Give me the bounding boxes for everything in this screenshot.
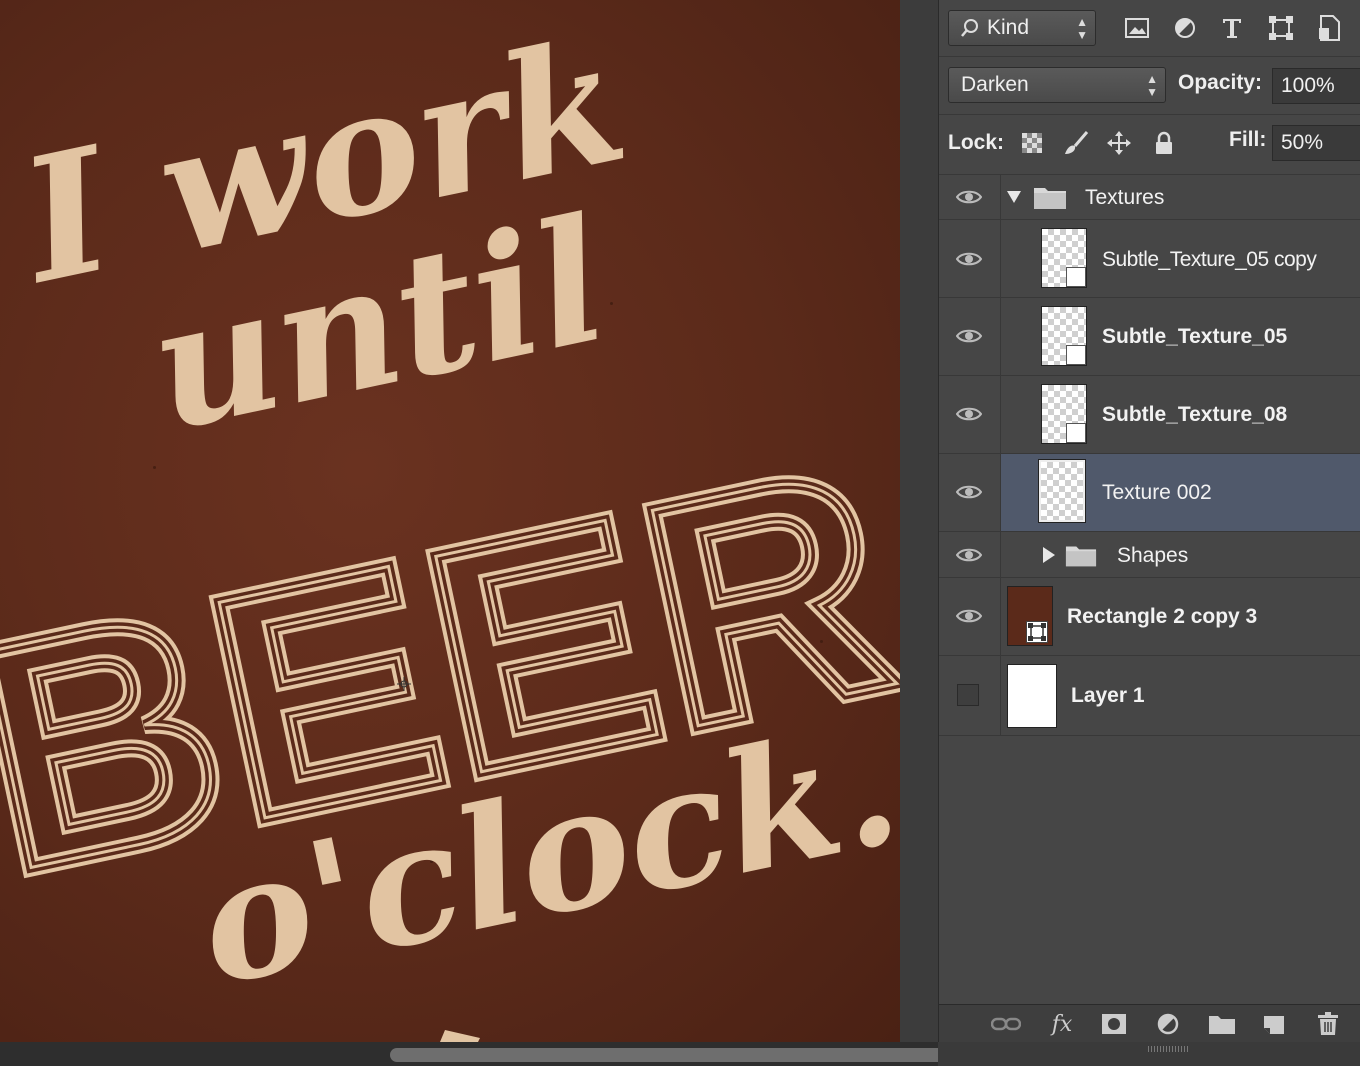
smart-object-filter-icon[interactable] <box>1314 13 1344 43</box>
blend-row: Darken ▲ ▼ Opacity: 100% <box>939 56 1360 115</box>
layer-name: Texture 002 <box>1102 481 1212 504</box>
adjustment-filter-icon[interactable] <box>1170 13 1200 43</box>
layer-row-rectangle-2-copy-3[interactable]: Rectangle 2 copy 3 <box>939 578 1360 656</box>
layer-name: Textures <box>1085 186 1165 209</box>
delete-layer-icon[interactable] <box>1313 1011 1343 1037</box>
fill-field[interactable]: 50% <box>1272 125 1360 161</box>
layer-name: Subtle_Texture_05 copy <box>1102 248 1317 271</box>
canvas-pasteboard <box>900 0 938 1042</box>
layer-row-subtle-texture-05[interactable]: Subtle_Texture_05 <box>939 298 1360 376</box>
opacity-label: Opacity: <box>1178 71 1263 94</box>
eye-icon[interactable] <box>956 328 982 344</box>
expand-triangle-icon[interactable] <box>1007 191 1021 203</box>
link-layers-icon[interactable] <box>991 1011 1021 1037</box>
lock-all-icon[interactable] <box>1149 128 1179 158</box>
eye-icon[interactable] <box>956 406 982 422</box>
blend-mode-value: Darken <box>961 73 1029 96</box>
fx-icon[interactable]: fx <box>1047 1011 1077 1037</box>
hidden-visibility-box[interactable] <box>957 684 979 706</box>
layer-name: Rectangle 2 copy 3 <box>1067 605 1258 628</box>
visibility-cell[interactable] <box>939 220 1001 297</box>
fill-label: Fill: <box>1229 128 1267 151</box>
eye-icon[interactable] <box>956 547 982 563</box>
dropdown-arrows-icon: ▲ ▼ <box>1146 72 1158 99</box>
smart-object-badge-icon <box>1066 267 1086 287</box>
folder-icon <box>1065 546 1097 567</box>
layers-panel-footer: fx <box>939 1004 1360 1043</box>
eye-icon[interactable] <box>956 251 982 267</box>
lock-label: Lock: <box>948 131 1005 154</box>
lock-row: Lock: Fill: 50% <box>939 114 1360 175</box>
folder-icon <box>1034 188 1066 209</box>
shape-filter-icon[interactable] <box>1266 13 1296 43</box>
visibility-cell[interactable] <box>939 376 1001 453</box>
lock-position-icon[interactable] <box>1104 128 1134 158</box>
lock-transparent-icon[interactable] <box>1017 128 1047 158</box>
smart-object-badge-icon <box>1066 345 1086 365</box>
type-filter-icon[interactable] <box>1217 13 1247 43</box>
layer-filter-row: Kind ▲ ▼ <box>939 0 1360 57</box>
eye-icon[interactable] <box>956 189 982 205</box>
layer-name: Shapes <box>1117 544 1189 567</box>
visibility-cell[interactable] <box>939 532 1001 577</box>
poster-artwork: I work until BEER BEER BEER o'clock. <box>0 1 900 1042</box>
visibility-cell[interactable] <box>939 454 1001 531</box>
vector-shape-badge-icon <box>1026 621 1048 643</box>
kind-filter-dropdown[interactable]: Kind ▲ ▼ <box>948 10 1096 46</box>
layer-row-shapes-group[interactable]: Shapes <box>939 532 1360 578</box>
document-canvas[interactable]: I work until BEER BEER BEER o'clock. <box>0 0 900 1042</box>
layer-thumbnail[interactable] <box>1007 586 1053 646</box>
visibility-cell[interactable] <box>939 174 1001 219</box>
panel-resize-bar[interactable] <box>938 1042 1360 1066</box>
new-layer-icon[interactable] <box>1259 1011 1289 1037</box>
layer-row-textures-group[interactable]: Textures <box>939 174 1360 220</box>
add-mask-icon[interactable] <box>1099 1011 1129 1037</box>
new-group-icon[interactable] <box>1207 1011 1237 1037</box>
layer-thumbnail[interactable] <box>1007 664 1057 728</box>
layers-panel: Kind ▲▼ Darken ▲▼ Opacity: 100% Lock: <box>938 0 1360 1043</box>
smart-object-badge-icon <box>1066 423 1086 443</box>
collapse-triangle-icon[interactable] <box>1043 547 1055 563</box>
new-adjustment-icon[interactable] <box>1153 1011 1183 1037</box>
kind-filter-label: Kind <box>987 16 1030 39</box>
layer-thumbnail[interactable] <box>1038 459 1086 523</box>
layer-row-texture-002[interactable]: Texture 002 <box>939 454 1360 532</box>
layer-name: Subtle_Texture_05 <box>1102 325 1288 348</box>
layer-thumbnail[interactable] <box>1041 384 1087 444</box>
layer-row-subtle-texture-05-copy[interactable]: Subtle_Texture_05 copy <box>939 220 1360 298</box>
eye-icon[interactable] <box>956 608 982 624</box>
opacity-field[interactable]: 100% <box>1272 68 1360 104</box>
layer-thumbnail[interactable] <box>1041 228 1087 288</box>
layer-thumbnail[interactable] <box>1041 306 1087 366</box>
layer-row-subtle-texture-08[interactable]: Subtle_Texture_08 <box>939 376 1360 454</box>
image-filter-icon[interactable] <box>1122 13 1152 43</box>
visibility-cell[interactable] <box>939 656 1001 735</box>
layer-name: Subtle_Texture_08 <box>1102 403 1288 426</box>
layer-row-layer-1[interactable]: Layer 1 <box>939 656 1360 736</box>
layer-name: Layer 1 <box>1071 684 1145 707</box>
resize-grip-icon[interactable] <box>1148 1046 1188 1052</box>
eye-icon[interactable] <box>956 484 982 500</box>
search-icon <box>959 11 981 56</box>
lock-image-icon[interactable] <box>1061 128 1091 158</box>
visibility-cell[interactable] <box>939 298 1001 375</box>
dropdown-arrows-icon: ▲ ▼ <box>1076 15 1088 42</box>
blend-mode-dropdown[interactable]: Darken ▲ ▼ <box>948 67 1166 103</box>
artwork-fragment <box>440 1030 480 1042</box>
visibility-cell[interactable] <box>939 578 1001 655</box>
